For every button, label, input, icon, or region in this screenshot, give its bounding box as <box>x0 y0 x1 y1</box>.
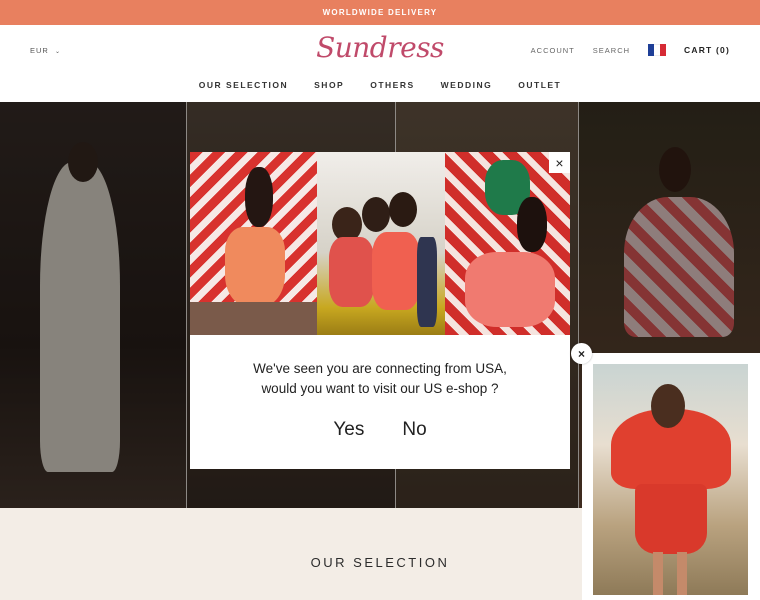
modal-image-2 <box>317 152 445 335</box>
search-link[interactable]: SEARCH <box>593 46 630 55</box>
promo-image[interactable] <box>593 364 748 595</box>
nav-item-our-selection[interactable]: OUR SELECTION <box>199 80 288 90</box>
modal-message-line-2: would you want to visit our US e-shop ? <box>261 381 499 396</box>
country-redirect-modal: × We've seen you are connecting from USA… <box>190 152 570 469</box>
modal-message-line-1: We've seen you are connecting from USA, <box>253 361 507 376</box>
nav-item-outlet[interactable]: OUTLET <box>518 80 561 90</box>
cart-link[interactable]: CART (0) <box>684 45 730 55</box>
modal-message: We've seen you are connecting from USA, … <box>190 359 570 399</box>
announcement-text: WORLDWIDE DELIVERY <box>322 8 438 17</box>
account-link[interactable]: ACCOUNT <box>531 46 575 55</box>
announcement-bar: WORLDWIDE DELIVERY <box>0 0 760 25</box>
modal-images <box>190 152 570 335</box>
modal-close-button[interactable]: × <box>549 152 570 173</box>
yes-button[interactable]: Yes <box>333 419 364 441</box>
header-actions: ACCOUNT SEARCH CART (0) <box>531 44 730 56</box>
promo-close-button[interactable]: × <box>571 343 592 364</box>
modal-actions: Yes No <box>190 419 570 441</box>
nav-item-wedding[interactable]: WEDDING <box>441 80 493 90</box>
close-icon: × <box>555 154 564 171</box>
nav-item-shop[interactable]: SHOP <box>314 80 344 90</box>
no-button[interactable]: No <box>402 419 426 441</box>
close-icon: × <box>577 346 585 361</box>
france-flag-icon[interactable] <box>648 44 667 56</box>
modal-image-3 <box>445 152 570 335</box>
nav-item-others[interactable]: OTHERS <box>370 80 414 90</box>
main-nav: OUR SELECTION SHOP OTHERS WEDDING OUTLET <box>0 80 760 90</box>
site-header: EUR ⌄ Sundress ACCOUNT SEARCH CART (0) O… <box>0 25 760 102</box>
promo-popup <box>582 353 760 600</box>
modal-image-1 <box>190 152 317 335</box>
